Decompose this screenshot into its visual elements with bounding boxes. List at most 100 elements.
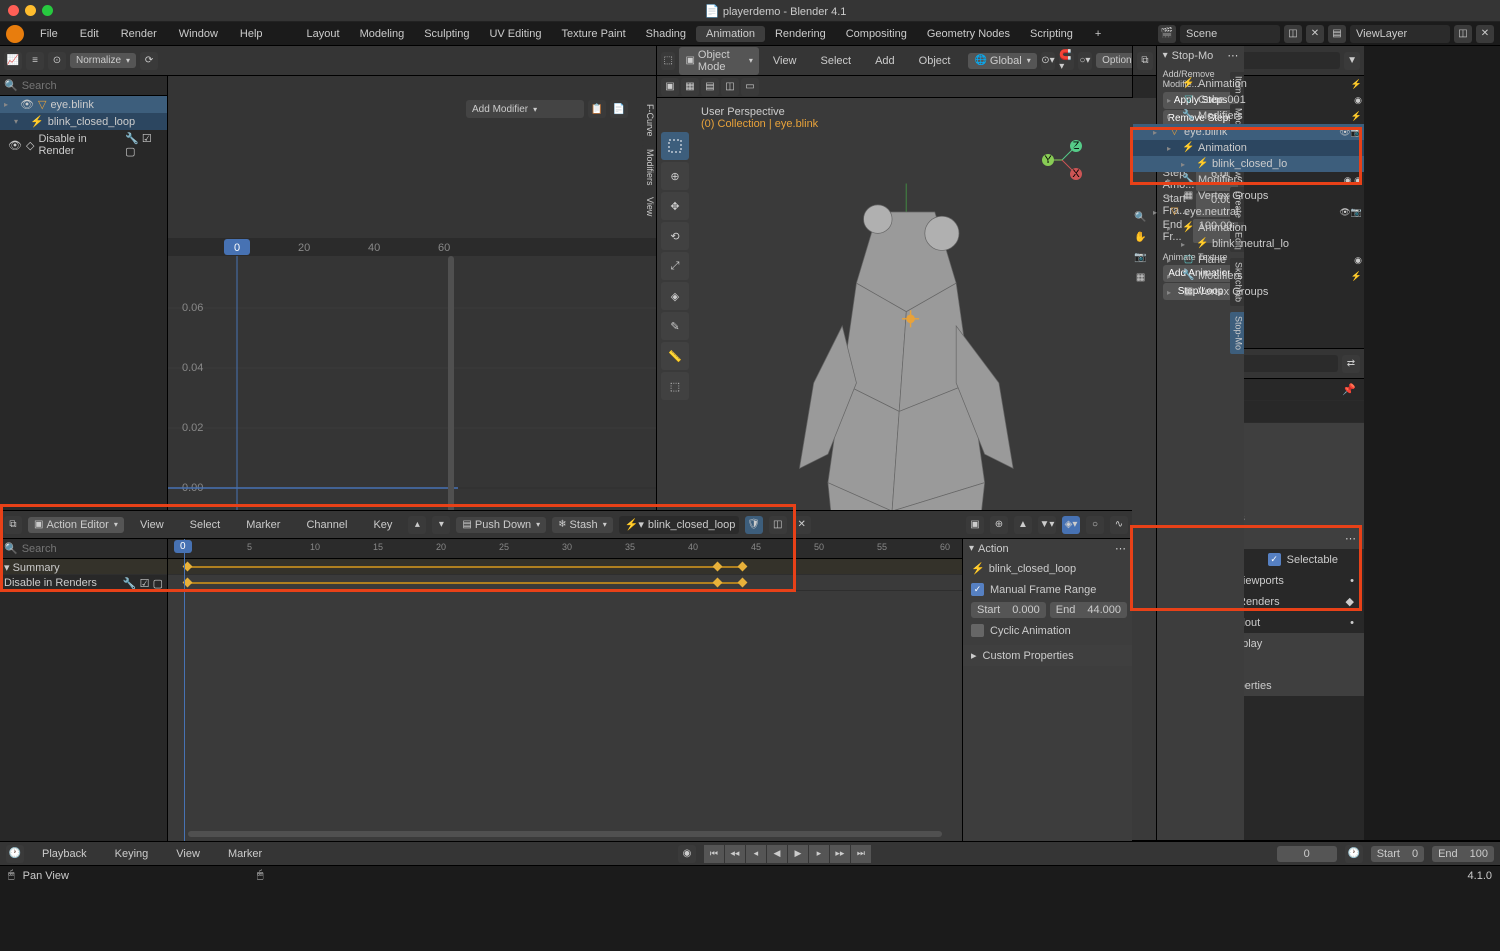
workspace-tab-modeling[interactable]: Modeling xyxy=(350,26,415,42)
ds-search-input[interactable] xyxy=(22,543,164,555)
vp-menu-view[interactable]: View xyxy=(763,53,807,69)
outliner-item[interactable]: ▸🔧Modifiers◉ ◉ xyxy=(1133,172,1364,188)
autokey-toggle[interactable]: ◉ xyxy=(678,845,696,863)
outliner-item[interactable]: ▸🔧Modifiers⚡ xyxy=(1133,268,1364,284)
keyframe-prev-button[interactable]: ◂◂ xyxy=(725,845,745,863)
timeline-type-icon[interactable]: 🕐 xyxy=(6,845,24,863)
maximize-window[interactable] xyxy=(42,5,53,16)
workspace-tab-shading[interactable]: Shading xyxy=(636,26,696,42)
push-down-button[interactable]: ▤ Push Down xyxy=(456,517,546,533)
cyclic-checkbox[interactable] xyxy=(971,624,984,637)
refresh-icon[interactable]: ⟳ xyxy=(140,52,158,70)
graph-menu-icon[interactable]: ≡ xyxy=(26,52,44,70)
graph-channel-eye-blink[interactable]: ▸👁 ▽ eye.blink xyxy=(0,96,167,113)
start-frame-field[interactable]: Start0 xyxy=(1371,846,1424,862)
graph-tab-modifiers[interactable]: Modifiers xyxy=(642,145,656,190)
ds-scrollbar[interactable] xyxy=(188,831,942,837)
new-action-button[interactable]: ◫ xyxy=(769,516,787,534)
jump-start-button[interactable]: ⏮ xyxy=(704,845,724,863)
props-options-icon[interactable]: ⇄ xyxy=(1342,355,1360,373)
graph-channel-disable-render[interactable]: 👁◇ Disable in Render 🔧 ☑ ▢ xyxy=(0,130,167,160)
graph-channel-action[interactable]: ▾⚡ blink_closed_loop xyxy=(0,113,167,130)
tool-annotate[interactable]: ✎ xyxy=(661,312,689,340)
graph-tab-fcurve[interactable]: F-Curve xyxy=(642,100,656,141)
outliner-item[interactable]: ▸🔧Modifiers⚡ xyxy=(1133,108,1364,124)
outliner-item[interactable]: ▸⚡Animation xyxy=(1133,220,1364,236)
select-mode-2[interactable]: ▦ xyxy=(681,78,699,96)
filter-icon[interactable]: ▼ xyxy=(1344,52,1360,70)
marker-menu[interactable]: Marker xyxy=(218,846,272,862)
ds-proportional[interactable]: ○ xyxy=(1086,516,1104,534)
view-menu[interactable]: View xyxy=(166,846,210,862)
select-mode-5[interactable]: ▭ xyxy=(741,78,759,96)
ds-filter-icon[interactable]: ▼▾ xyxy=(1038,516,1056,534)
ds-show-errors[interactable]: ◈▾ xyxy=(1062,516,1080,534)
action-panel-header[interactable]: ▾ Action⋯ xyxy=(963,539,1132,558)
outliner-item[interactable]: ▸▦Vertex Groups xyxy=(1133,188,1364,204)
outliner-item[interactable]: ▸▦Vertex Groups xyxy=(1133,284,1364,300)
ds-menu-key[interactable]: Key xyxy=(363,517,402,533)
outliner-item[interactable]: ▸▽Cube.001◉ xyxy=(1133,92,1364,108)
outliner-item[interactable]: ▸▽eye.neutral👁📷 xyxy=(1133,204,1364,220)
playback-menu[interactable]: Playback xyxy=(32,846,97,862)
keying-menu[interactable]: Keying xyxy=(105,846,159,862)
workspace-tab-animation[interactable]: Animation xyxy=(696,26,765,42)
tool-rotate[interactable]: ⟲ xyxy=(661,222,689,250)
menu-render[interactable]: Render xyxy=(111,26,167,42)
outliner-item[interactable]: ▸▽eye.blink👁📷 xyxy=(1133,124,1364,140)
end-frame-field[interactable]: End100 xyxy=(1432,846,1494,862)
normalize-toggle[interactable]: Normalize xyxy=(70,53,136,68)
delete-viewlayer-button[interactable]: ✕ xyxy=(1476,25,1494,43)
new-viewlayer-button[interactable]: ◫ xyxy=(1454,25,1472,43)
copy-fmod-icon[interactable]: 📋 xyxy=(588,100,606,118)
close-window[interactable] xyxy=(8,5,19,16)
select-mode-1[interactable]: ▣ xyxy=(661,78,679,96)
outliner-item[interactable]: ▸⚡Animation⚡ xyxy=(1133,76,1364,92)
object-mode-dropdown[interactable]: ▣ Object Mode xyxy=(679,47,758,75)
viewlayer-field[interactable]: ViewLayer xyxy=(1350,25,1450,43)
vp-menu-select[interactable]: Select xyxy=(811,53,862,69)
ds-menu-marker[interactable]: Marker xyxy=(236,517,290,533)
add-fmodifier-dropdown[interactable]: Add Modifier xyxy=(466,100,584,118)
outliner-item[interactable]: ▸⚡blink_neutral_lo xyxy=(1133,236,1364,252)
current-frame-field[interactable]: 0 xyxy=(1277,846,1337,862)
action-start-field[interactable]: Start0.000 xyxy=(971,602,1046,618)
snap-dropdown[interactable]: 🧲▾ xyxy=(1059,52,1073,70)
graph-search-input[interactable] xyxy=(22,80,164,92)
ds-sort-icon[interactable]: ▴ xyxy=(408,516,426,534)
workspace-tab-compositing[interactable]: Compositing xyxy=(836,26,917,42)
ds-curve-icon[interactable]: ∿ xyxy=(1110,516,1128,534)
unlink-action-button[interactable]: ✕ xyxy=(793,516,811,534)
delete-scene-button[interactable]: ✕ xyxy=(1306,25,1324,43)
jump-end-button[interactable]: ⏭ xyxy=(851,845,871,863)
transform-orientation[interactable]: 🌐 Global xyxy=(968,53,1036,69)
menu-edit[interactable]: Edit xyxy=(70,26,109,42)
tool-measure[interactable]: 📏 xyxy=(661,342,689,370)
pivot-icon[interactable]: ⊙ xyxy=(48,52,66,70)
vp-menu-add[interactable]: Add xyxy=(865,53,905,69)
summary-track[interactable] xyxy=(168,559,962,575)
workspace-tab-uv-editing[interactable]: UV Editing xyxy=(479,26,551,42)
outliner-item[interactable]: ▸▢Plane◉ xyxy=(1133,252,1364,268)
render-track[interactable] xyxy=(168,575,962,591)
outliner-type-icon[interactable]: ⧉ xyxy=(1137,52,1153,70)
scene-field[interactable]: Scene xyxy=(1180,25,1280,43)
ds-menu-select[interactable]: Select xyxy=(180,517,231,533)
dopesheet-type-icon[interactable]: ⧉ xyxy=(4,516,22,534)
tool-move[interactable]: ✥ xyxy=(661,192,689,220)
new-scene-button[interactable]: ◫ xyxy=(1284,25,1302,43)
select-mode-4[interactable]: ◫ xyxy=(721,78,739,96)
workspace-tab-geometry-nodes[interactable]: Geometry Nodes xyxy=(917,26,1020,42)
select-mode-3[interactable]: ▤ xyxy=(701,78,719,96)
outliner-item[interactable]: ▸⚡Animation xyxy=(1133,140,1364,156)
menu-help[interactable]: Help xyxy=(230,26,273,42)
workspace-tab-scripting[interactable]: Scripting xyxy=(1020,26,1083,42)
stash-button[interactable]: ❄ Stash xyxy=(552,517,613,533)
fake-user-toggle[interactable]: 🛡 xyxy=(745,516,763,534)
viewlayer-icon[interactable]: ▤ xyxy=(1328,25,1346,43)
pivot-dropdown[interactable]: ⊙▾ xyxy=(1041,52,1055,70)
action-custom-props[interactable]: ▸ Custom Properties xyxy=(963,645,1132,666)
manual-range-checkbox[interactable]: ✓ xyxy=(971,583,984,596)
menu-file[interactable]: File xyxy=(30,26,68,42)
tool-transform[interactable]: ◈ xyxy=(661,282,689,310)
